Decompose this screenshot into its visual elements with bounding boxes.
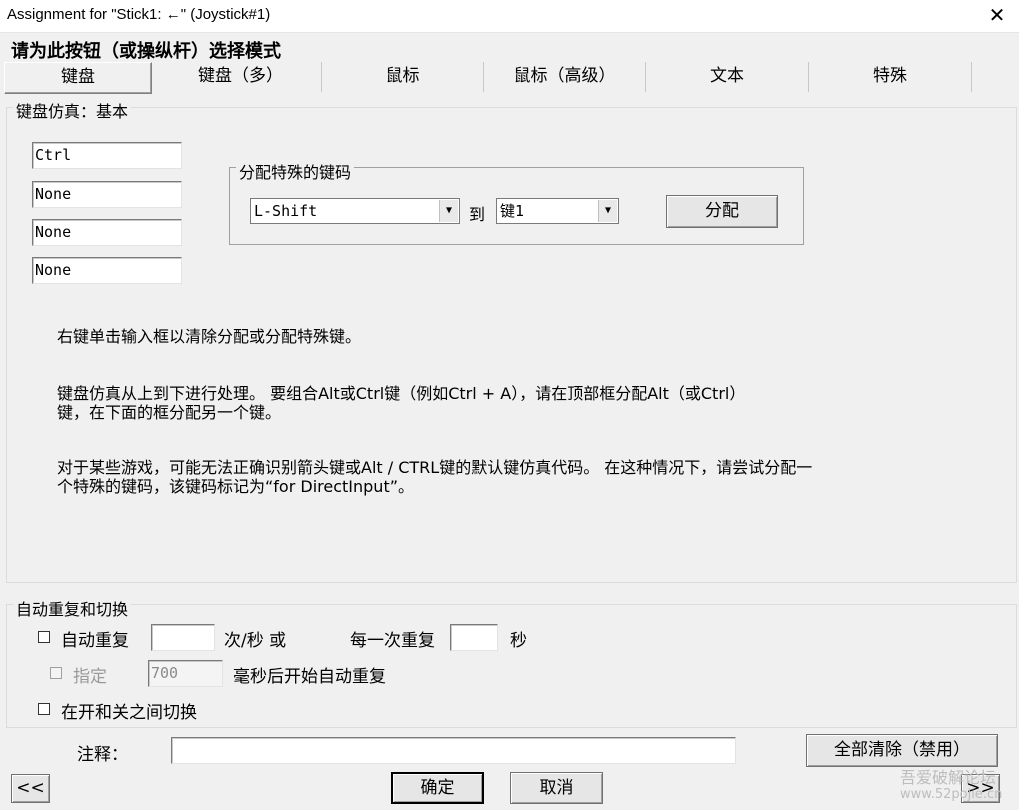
tab-keyboard[interactable]: 键盘 [4,62,152,94]
chevron-down-icon: ▼ [439,200,458,222]
toggle-label: 在开和关之间切换 [61,703,197,723]
window-title: Assignment for "Stick1: ←" (Joystick#1) [7,6,271,23]
info-text-2b: 键，在下面的框分配另一个键。 [57,403,282,422]
clear-all-button[interactable]: 全部清除（禁用） [806,734,998,767]
comment-label: 注释： [77,745,128,765]
tab-mouse[interactable]: 鼠标 [322,62,484,92]
info-text-3a: 对于某些游戏，可能无法正确识别箭头键或Alt / CTRL键的默认键仿真代码。 … [57,458,813,477]
comment-input[interactable] [171,737,736,764]
key-slot-value: 键1 [500,202,525,220]
special-key-select[interactable]: L-Shift ▼ [250,198,460,224]
seconds-label: 秒 [510,631,527,651]
key-field-2[interactable]: None [32,181,182,208]
prev-button[interactable]: << [11,774,50,803]
mode-tabs: 键盘 键盘（多） 鼠标 鼠标（高级） 文本 特殊 [4,62,1014,94]
toggle-checkbox[interactable] [38,703,50,715]
tab-mouse-advanced[interactable]: 鼠标（高级） [484,62,646,92]
every-repeat-label: 每一次重复 [350,631,435,651]
page-title: 请为此按钮（或操纵杆）选择模式 [11,41,281,62]
watermark-title: 吾爱破解论坛 [900,768,997,787]
repeat-interval-input[interactable] [450,624,498,651]
auto-repeat-label: 自动重复 [61,631,129,651]
watermark-url: www.52pojie.cn [900,787,1003,802]
chevron-down-icon: ▼ [598,200,617,222]
specify-delay-checkbox[interactable] [50,667,62,679]
ok-button[interactable]: 确定 [391,772,484,804]
special-group-legend: 分配特殊的键码 [236,159,355,183]
info-text-1: 右键单击输入框以清除分配或分配特殊键。 [57,327,362,346]
info-text-2a: 键盘仿真从上到下进行处理。 要组合Alt或Ctrl键（例如Ctrl + A），请… [57,384,746,403]
delay-suffix-label: 毫秒后开始自动重复 [233,667,386,687]
delay-input[interactable]: 700 [148,660,223,687]
per-sec-or-label: 次/秒 或 [224,631,287,651]
close-icon[interactable]: ✕ [985,3,1009,27]
special-key-value: L-Shift [254,202,318,220]
cancel-button[interactable]: 取消 [510,772,603,804]
keyboard-group-legend: 键盘仿真：基本 [13,98,132,122]
key-field-3[interactable]: None [32,219,182,246]
key-field-1[interactable]: Ctrl [32,142,182,169]
repeat-group-legend: 自动重复和切换 [13,596,132,620]
info-text-3b: 个特殊的键码，该键码标记为“for DirectInput”。 [57,477,415,496]
tab-text[interactable]: 文本 [646,62,809,92]
key-slot-select[interactable]: 键1 ▼ [496,198,619,224]
specify-label: 指定 [73,667,107,687]
repeat-rate-input[interactable] [151,624,215,651]
key-field-4[interactable]: None [32,257,182,284]
to-label: 到 [469,205,486,224]
auto-repeat-checkbox[interactable] [38,631,50,643]
tab-keyboard-multi[interactable]: 键盘（多） [160,62,322,92]
assign-button[interactable]: 分配 [666,195,778,228]
tab-special[interactable]: 特殊 [809,62,972,92]
